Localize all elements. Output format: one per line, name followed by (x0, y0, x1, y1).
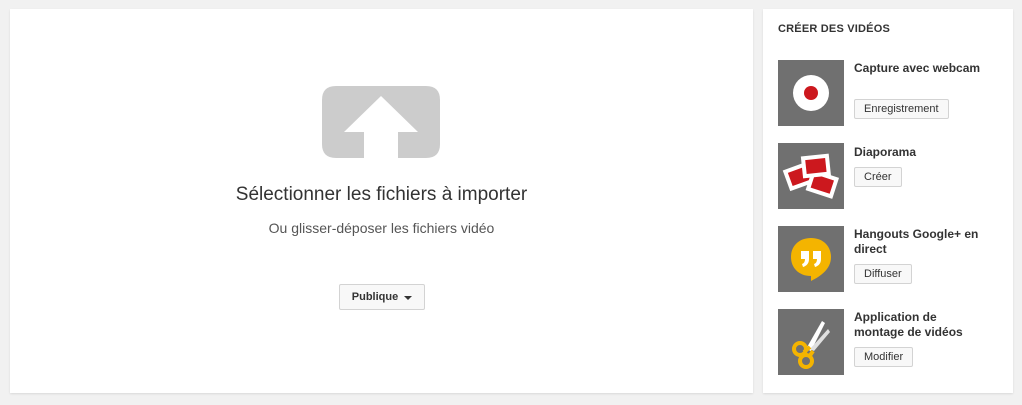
broadcast-button[interactable]: Diffuser (854, 264, 912, 284)
privacy-dropdown[interactable]: Publique (339, 284, 425, 310)
tool-title-slideshow: Diaporama (854, 145, 917, 159)
upload-panel[interactable]: Sélectionner les fichiers à importer Ou … (10, 9, 753, 393)
tool-item-hangouts: Hangouts Google+ en direct Diffuser (778, 226, 1008, 294)
chevron-down-icon (404, 296, 413, 300)
upload-subtitle: Ou glisser-déposer les fichiers vidéo (268, 220, 495, 236)
record-icon[interactable] (778, 60, 844, 126)
slideshow-icon[interactable] (778, 143, 844, 209)
edit-button[interactable]: Modifier (854, 347, 914, 367)
tool-item-webcam: Capture avec webcam Enregistrement (778, 60, 1008, 128)
hangouts-icon[interactable] (778, 226, 844, 292)
scissors-icon[interactable] (778, 309, 844, 375)
create-slideshow-button[interactable]: Créer (854, 167, 902, 187)
create-videos-panel: CRÉER DES VIDÉOS Capture avec webcam Enr… (763, 9, 1013, 393)
record-button[interactable]: Enregistrement (854, 99, 949, 119)
tool-item-slideshow: Diaporama Créer (778, 143, 1008, 211)
privacy-label: Publique (351, 291, 399, 303)
tool-title-webcam: Capture avec webcam (854, 61, 981, 75)
tool-title-hangouts: Hangouts Google+ en direct (854, 227, 979, 256)
create-videos-heading: CRÉER DES VIDÉOS (778, 23, 891, 35)
tool-item-editor: Application de montage de vidéos Modifie… (778, 309, 1008, 377)
upload-title[interactable]: Sélectionner les fichiers à importer (10, 184, 753, 206)
tool-title-editor: Application de montage de vidéos (854, 310, 963, 339)
upload-arrow-icon[interactable] (322, 86, 440, 166)
